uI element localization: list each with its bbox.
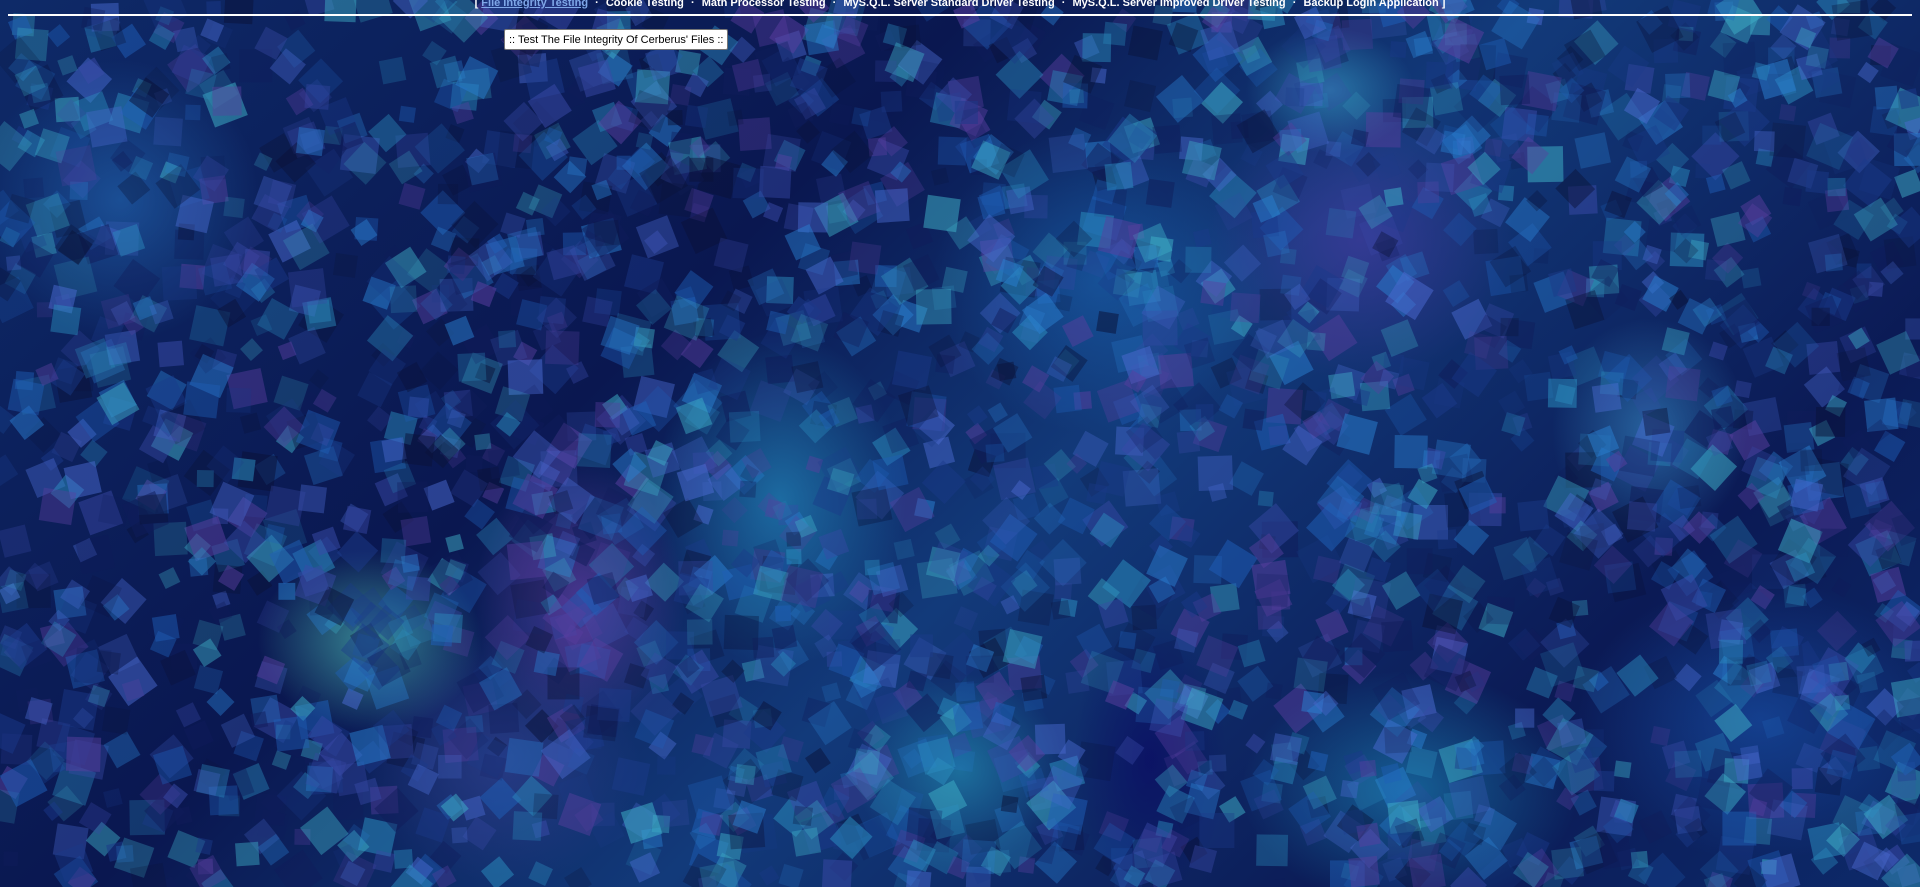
- top-navigation: [ File Integrity Testing · Cookie Testin…: [0, 0, 1920, 10]
- background-squares: [0, 0, 1920, 887]
- nav-separator: ·: [1292, 0, 1297, 9]
- nav-separator: ·: [1061, 0, 1066, 9]
- nav-separator: ·: [832, 0, 837, 9]
- nav-close-bracket: ]: [1441, 0, 1446, 9]
- nav-open-bracket: [: [474, 0, 479, 9]
- top-divider: [8, 14, 1912, 16]
- nav-link-cookie-testing[interactable]: Cookie Testing: [606, 0, 684, 9]
- nav-link-mysql-standard-driver-testing[interactable]: MyS.Q.L. Server Standard Driver Testing: [843, 0, 1054, 9]
- nav-link-math-processor-testing[interactable]: Math Processor Testing: [702, 0, 826, 9]
- nav-link-mysql-improved-driver-testing[interactable]: MyS.Q.L. Server Improved Driver Testing: [1072, 0, 1285, 9]
- test-file-integrity-button[interactable]: :: Test The File Integrity Of Cerberus' …: [504, 29, 729, 50]
- nav-separator: ·: [690, 0, 695, 9]
- nav-link-file-integrity-testing[interactable]: File Integrity Testing: [481, 0, 588, 9]
- nav-separator: ·: [595, 0, 599, 9]
- nav-link-backup-login-application[interactable]: Backup Login Application: [1303, 0, 1438, 9]
